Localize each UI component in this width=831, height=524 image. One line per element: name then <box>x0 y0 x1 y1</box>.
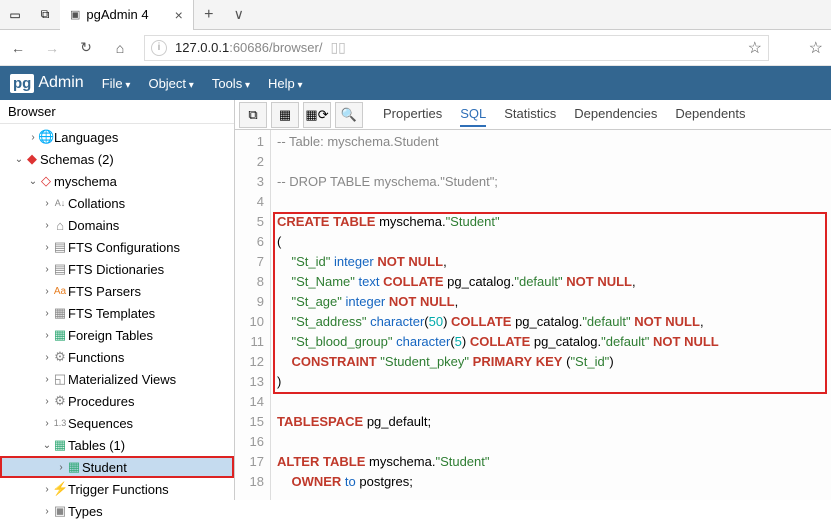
tree-item-fts-parsers[interactable]: ›AaFTS Parsers <box>0 280 234 302</box>
tree-label: FTS Templates <box>68 306 155 321</box>
sql-code: -- Table: myschema.Student-- DROP TABLE … <box>271 130 831 500</box>
new-tab-button[interactable]: + <box>194 6 224 24</box>
tree-item-types[interactable]: ›▣Types <box>0 500 234 522</box>
tree-item-sequences[interactable]: ›1.3Sequences <box>0 412 234 434</box>
tab-close-icon[interactable]: × <box>175 7 183 23</box>
tab-dependents[interactable]: Dependents <box>675 102 745 127</box>
url-text: 127.0.0.1:60686/browser/ <box>175 40 322 55</box>
tree-item-student[interactable]: ›▦Student <box>0 456 234 478</box>
tab-sql[interactable]: SQL <box>460 102 486 127</box>
object-tree[interactable]: ›🌐Languages ⌄◆Schemas (2) ⌄◇myschema ›A↓… <box>0 124 234 524</box>
tree-label: Procedures <box>68 394 134 409</box>
filter-rows-button[interactable]: ▦⟳ <box>303 102 331 128</box>
tree-item-trigger-functions[interactable]: ›⚡Trigger Functions <box>0 478 234 500</box>
menu-tools[interactable]: Tools <box>212 76 250 91</box>
tree-item-materialized-views[interactable]: ›◱Materialized Views <box>0 368 234 390</box>
tree-label: Collations <box>68 196 125 211</box>
tab-favicon-icon: ▣ <box>70 8 80 21</box>
tab-title: pgAdmin 4 <box>86 7 148 22</box>
pgadmin-logo: pgAdmin <box>10 74 84 93</box>
tree-label: Functions <box>68 350 124 365</box>
menu-object[interactable]: Object <box>148 76 193 91</box>
site-info-icon[interactable]: i <box>151 40 167 56</box>
home-button[interactable]: ⌂ <box>110 40 130 56</box>
line-gutter: 123456789101112131415161718 <box>235 130 271 500</box>
url-bar[interactable]: i 127.0.0.1:60686/browser/ ▯▯ ☆ <box>144 35 769 61</box>
pgadmin-top-bar: pgAdmin File Object Tools Help <box>0 66 831 100</box>
tree-item-collations[interactable]: ›A↓Collations <box>0 192 234 214</box>
sql-editor[interactable]: 123456789101112131415161718 -- Table: my… <box>235 130 831 500</box>
tree-label: Materialized Views <box>68 372 176 387</box>
browser-nav-bar: ← → ↻ ⌂ i 127.0.0.1:60686/browser/ ▯▯ ☆ … <box>0 30 831 66</box>
tab-dependencies[interactable]: Dependencies <box>574 102 657 127</box>
tree-item-foreign-tables[interactable]: ›▦Foreign Tables <box>0 324 234 346</box>
tree-label: FTS Parsers <box>68 284 141 299</box>
tab-overflow-icon[interactable]: ∨ <box>224 6 254 23</box>
tree-label: myschema <box>54 174 117 189</box>
tree-item-functions[interactable]: ›⚙Functions <box>0 346 234 368</box>
tree-item-schemas[interactable]: ⌄◆Schemas (2) <box>0 148 234 170</box>
tree-item-tables[interactable]: ⌄▦Tables (1) <box>0 434 234 456</box>
tree-label: Schemas (2) <box>40 152 114 167</box>
reader-mode-icon[interactable]: ▯▯ <box>330 39 345 56</box>
window-title-bar: ▭ ⧉ ▣ pgAdmin 4 × + ∨ <box>0 0 831 30</box>
tree-label: Domains <box>68 218 119 233</box>
browser-tab[interactable]: ▣ pgAdmin 4 × <box>60 0 194 30</box>
favorite-star-icon[interactable]: ☆ <box>748 38 762 58</box>
window-restore-icon[interactable]: ▭ <box>0 0 30 30</box>
tree-item-myschema[interactable]: ⌄◇myschema <box>0 170 234 192</box>
tree-label: Tables (1) <box>68 438 125 453</box>
back-button[interactable]: ← <box>8 40 28 56</box>
tree-label: Trigger Functions <box>68 482 169 497</box>
window-overlap-icon[interactable]: ⧉ <box>30 0 60 30</box>
tree-label: Sequences <box>68 416 133 431</box>
tree-label: Foreign Tables <box>68 328 153 343</box>
forward-button[interactable]: → <box>42 40 62 56</box>
tree-item-languages[interactable]: ›🌐Languages <box>0 126 234 148</box>
favorites-hub-icon[interactable]: ☆ <box>809 38 823 58</box>
tree-item-fts-configurations[interactable]: ›▤FTS Configurations <box>0 236 234 258</box>
tree-item-domains[interactable]: ›⌂Domains <box>0 214 234 236</box>
tree-label: FTS Configurations <box>68 240 180 255</box>
tab-properties[interactable]: Properties <box>383 102 442 127</box>
tree-label: FTS Dictionaries <box>68 262 164 277</box>
tree-item-fts-templates[interactable]: ›▦FTS Templates <box>0 302 234 324</box>
tree-label: Languages <box>54 130 118 145</box>
search-button[interactable]: 🔍 <box>335 102 363 128</box>
tree-item-procedures[interactable]: ›⚙Procedures <box>0 390 234 412</box>
property-tabs: Properties SQL Statistics Dependencies D… <box>383 102 746 127</box>
tree-label: Types <box>68 504 103 519</box>
tree-label: Student <box>82 460 127 475</box>
tab-statistics[interactable]: Statistics <box>504 102 556 127</box>
refresh-button[interactable]: ↻ <box>76 39 96 56</box>
menu-file[interactable]: File <box>102 76 131 91</box>
view-data-button[interactable]: ▦ <box>271 102 299 128</box>
sidebar: Browser ›🌐Languages ⌄◆Schemas (2) ⌄◇mysc… <box>0 100 235 500</box>
menu-help[interactable]: Help <box>268 76 303 91</box>
tree-item-fts-dictionaries[interactable]: ›▤FTS Dictionaries <box>0 258 234 280</box>
sidebar-title: Browser <box>0 100 234 124</box>
query-tool-button[interactable]: ⧉ <box>239 102 267 128</box>
toolbar: ⧉ ▦ ▦⟳ 🔍 Properties SQL Statistics Depen… <box>235 100 831 130</box>
